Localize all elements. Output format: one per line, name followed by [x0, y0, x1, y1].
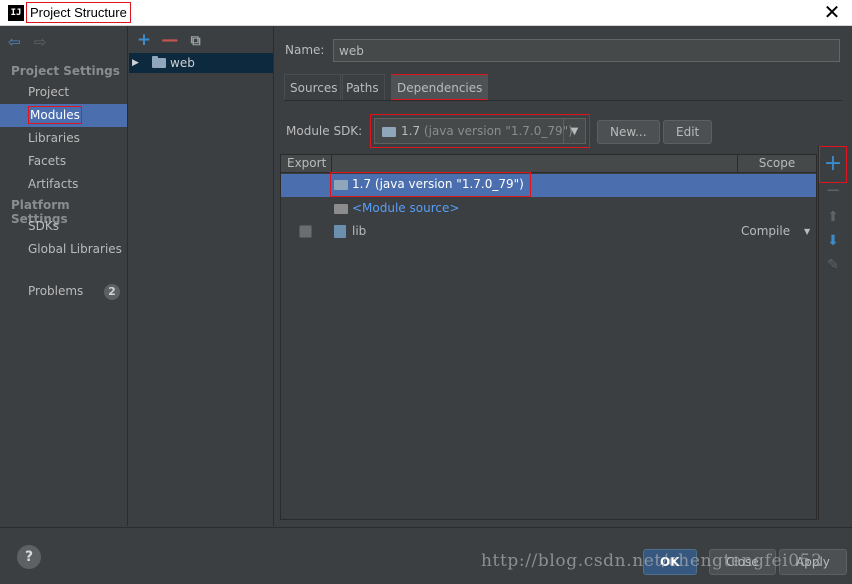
table-row[interactable]: lib Compile ▼	[281, 220, 816, 243]
nav-item-problems[interactable]: Problems 2	[0, 280, 127, 303]
nav-item-modules[interactable]: Modules	[0, 104, 127, 127]
nav-item-project[interactable]: Project	[0, 81, 127, 104]
add-dependency-icon[interactable]: +	[819, 146, 847, 183]
problems-count-badge: 2	[104, 284, 120, 300]
remove-module-icon[interactable]: —	[161, 31, 179, 49]
remove-dependency-icon[interactable]: −	[824, 182, 842, 200]
title-bar: IJ Project Structure ✕	[0, 0, 852, 26]
tab-dependencies[interactable]: Dependencies	[391, 74, 489, 100]
dependencies-table: Export Scope 1.7 (java version "1.7.0_79…	[280, 154, 817, 520]
module-sdk-label: Module SDK:	[286, 124, 363, 138]
close-window-icon[interactable]: ✕	[822, 1, 842, 23]
sdk-version-text: 1.7	[401, 124, 421, 138]
settings-nav: ⇦ ⇨ Project Settings Project Modules Lib…	[0, 26, 128, 526]
edit-dependency-icon[interactable]: ✎	[824, 256, 842, 274]
dialog-footer: ? OK Close Apply http://blog.csdn.net/ch…	[0, 527, 852, 584]
move-down-icon[interactable]: ⬇	[824, 232, 842, 250]
nav-item-artifacts[interactable]: Artifacts	[0, 173, 127, 196]
table-header: Export Scope	[281, 155, 816, 173]
column-header-export[interactable]: Export	[281, 155, 332, 173]
module-name-input[interactable]	[333, 39, 840, 62]
nav-item-libraries[interactable]: Libraries	[0, 127, 127, 150]
tab-paths[interactable]: Paths	[340, 74, 385, 100]
module-tree-label: web	[170, 56, 195, 70]
expand-arrow-icon[interactable]: ▶	[132, 53, 139, 73]
dependency-name: 1.7 (java version "1.7.0_79")	[352, 177, 524, 191]
nav-item-sdks[interactable]: SDKs	[0, 215, 127, 238]
add-module-icon[interactable]: +	[135, 31, 153, 49]
table-row[interactable]: <Module source>	[281, 197, 816, 220]
sdk-selected-value: 1.7 (java version "1.7.0_79")	[401, 124, 573, 138]
dependencies-toolbar: + − ⬆ ⬇ ✎	[818, 146, 847, 520]
scope-select[interactable]: Compile	[741, 220, 790, 243]
watermark-text: http://blog.csdn.net/chengtengfei052	[481, 551, 823, 571]
intellij-logo-icon: IJ	[8, 5, 24, 21]
nav-item-global-libraries[interactable]: Global Libraries	[0, 238, 127, 261]
back-arrow-icon[interactable]: ⇦	[8, 34, 24, 50]
module-name-label: Name:	[285, 43, 325, 57]
tab-divider	[284, 100, 842, 101]
library-icon	[334, 225, 346, 238]
modules-toolbar: + — ⧉	[135, 31, 209, 49]
sdk-folder-icon	[334, 180, 348, 190]
sdk-folder-icon	[382, 127, 396, 137]
project-settings-heading: Project Settings	[11, 64, 120, 78]
edit-sdk-button[interactable]: Edit	[663, 120, 713, 144]
column-header-scope[interactable]: Scope	[737, 155, 816, 173]
copy-module-icon[interactable]: ⧉	[187, 32, 205, 50]
dependency-name: <Module source>	[352, 201, 460, 215]
tab-sources[interactable]: Sources	[284, 74, 344, 100]
move-up-icon[interactable]: ⬆	[824, 208, 842, 226]
module-sdk-dropdown[interactable]: 1.7 (java version "1.7.0_79") ▼	[370, 114, 590, 148]
modules-panel: + — ⧉ ▶ web	[129, 26, 274, 526]
nav-item-facets[interactable]: Facets	[0, 150, 127, 173]
nav-history: ⇦ ⇨	[8, 34, 56, 50]
window-title: Project Structure	[26, 2, 131, 23]
module-folder-icon	[152, 56, 166, 68]
dependency-name: lib	[352, 224, 367, 238]
export-checkbox[interactable]	[299, 225, 312, 238]
sdk-detail-text: (java version "1.7.0_79")	[423, 124, 573, 138]
module-tree-item-web[interactable]: ▶ web	[129, 53, 273, 73]
dropdown-arrow-icon[interactable]: ▼	[563, 119, 585, 143]
forward-arrow-icon[interactable]: ⇨	[34, 34, 50, 50]
table-row[interactable]: 1.7 (java version "1.7.0_79") 1.7 (java …	[281, 172, 816, 197]
sdk-row-highlight: 1.7 (java version "1.7.0_79") 1.7 (java …	[330, 172, 531, 197]
module-sdk-field: 1.7 (java version "1.7.0_79") ▼	[374, 118, 586, 144]
help-icon[interactable]: ?	[17, 545, 41, 569]
scope-dropdown-arrow-icon[interactable]: ▼	[804, 220, 810, 243]
module-settings-panel: Name: Sources Paths Dependencies Module …	[275, 26, 852, 526]
new-sdk-button[interactable]: New...	[597, 120, 660, 144]
module-source-folder-icon	[334, 204, 348, 214]
